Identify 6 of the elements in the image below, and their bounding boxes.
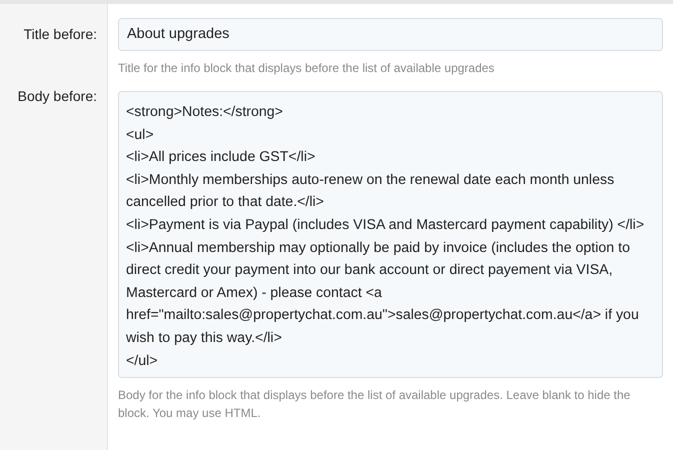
field-label: Title before: <box>24 26 97 44</box>
help-text: Title for the info block that displays before the list of available upgrades <box>118 60 496 77</box>
body-textarea-field[interactable]: <strong>Notes:</strong> <ul> <li>All prices include GST</li> <li>Monthly memberships auto-renew on the renewal date each month unless cancelled prior to that date.</li> <li>Payment is via Paypal (includes VISA and Mastercard payment capability) </li> <li>Annual membership may optionally be paid by invoice (includes the option to direct credit your payment into our bank account or direct payement via VISA, Mastercard or Amex) - please contact <a href="mailto:sales@propertychat.com.au">sales@propertychat.com.au</a> if you wish to pay this way.</li> </ul> <box>118 91 663 378</box>
field-label: Body before: <box>18 88 97 106</box>
title-input-field[interactable]: About upgrades <box>118 18 663 51</box>
help-text: Body for the info block that displays before the list of available upgrades. Leave blank to hide the block. You may use HTML. <box>118 387 632 422</box>
